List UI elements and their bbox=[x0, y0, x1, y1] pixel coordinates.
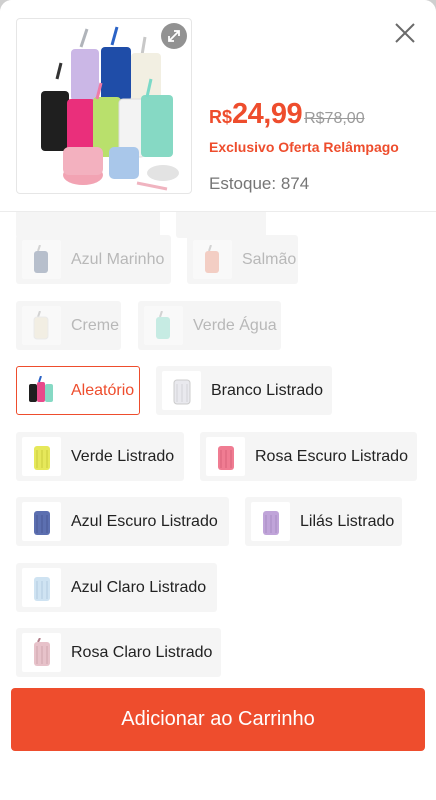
variant-option-azul-claro-listrado[interactable]: Azul Claro Listrado bbox=[16, 563, 217, 612]
product-header: R$ 24,99 R$78,00 Exclusivo Oferta Relâmp… bbox=[0, 0, 436, 212]
add-to-cart-button[interactable]: Adicionar ao Carrinho bbox=[11, 688, 425, 751]
flash-offer-label: Exclusivo Oferta Relâmpago bbox=[209, 139, 399, 155]
variant-thumb bbox=[22, 502, 61, 541]
variant-option-rosa-claro-listrado[interactable]: Rosa Claro Listrado bbox=[16, 628, 221, 677]
variant-option-aleatorio[interactable]: Aleatório bbox=[16, 366, 140, 415]
close-icon[interactable] bbox=[390, 18, 420, 48]
variant-option-rosa-escuro-listrado[interactable]: Rosa Escuro Listrado bbox=[200, 432, 417, 481]
product-image[interactable] bbox=[16, 18, 192, 194]
variant-thumb bbox=[144, 306, 183, 345]
expand-icon[interactable] bbox=[161, 23, 187, 49]
variant-thumb bbox=[193, 240, 232, 279]
variant-option-verde-agua: Verde Água bbox=[138, 301, 281, 350]
variant-thumb bbox=[22, 568, 61, 607]
variant-option-creme: Creme bbox=[16, 301, 121, 350]
variant-thumb bbox=[206, 437, 245, 476]
price-value: 24,99 bbox=[232, 98, 303, 130]
variant-thumb bbox=[22, 240, 61, 279]
variant-thumb bbox=[22, 633, 61, 672]
stock-label: Estoque: 874 bbox=[209, 174, 310, 193]
variant-option-branco-listrado[interactable]: Branco Listrado bbox=[156, 366, 332, 415]
variant-option-azul-escuro-listrado[interactable]: Azul Escuro Listrado bbox=[16, 497, 229, 546]
variant-option-verde-listrado[interactable]: Verde Listrado bbox=[16, 432, 184, 481]
variant-option-salmao: Salmão bbox=[187, 235, 298, 284]
sheet-footer: Adicionar ao Carrinho bbox=[0, 680, 436, 800]
price-currency: R$ bbox=[209, 107, 233, 127]
original-price: R$78,00 bbox=[304, 110, 365, 127]
variant-thumb bbox=[251, 502, 290, 541]
price-row: R$ 24,99 R$78,00 bbox=[209, 98, 365, 131]
variant-thumb bbox=[22, 306, 61, 345]
variant-thumb bbox=[22, 371, 61, 410]
variant-option-lilas-listrado[interactable]: Lilás Listrado bbox=[245, 497, 402, 546]
variant-option-azul-marinho: Azul Marinho bbox=[16, 235, 171, 284]
variant-sheet: R$ 24,99 R$78,00 Exclusivo Oferta Relâmp… bbox=[0, 0, 436, 800]
variant-thumb bbox=[22, 437, 61, 476]
variant-thumb bbox=[162, 371, 201, 410]
variant-options: Azul Marinho Salmão Creme Verde Água Ale… bbox=[0, 200, 436, 680]
